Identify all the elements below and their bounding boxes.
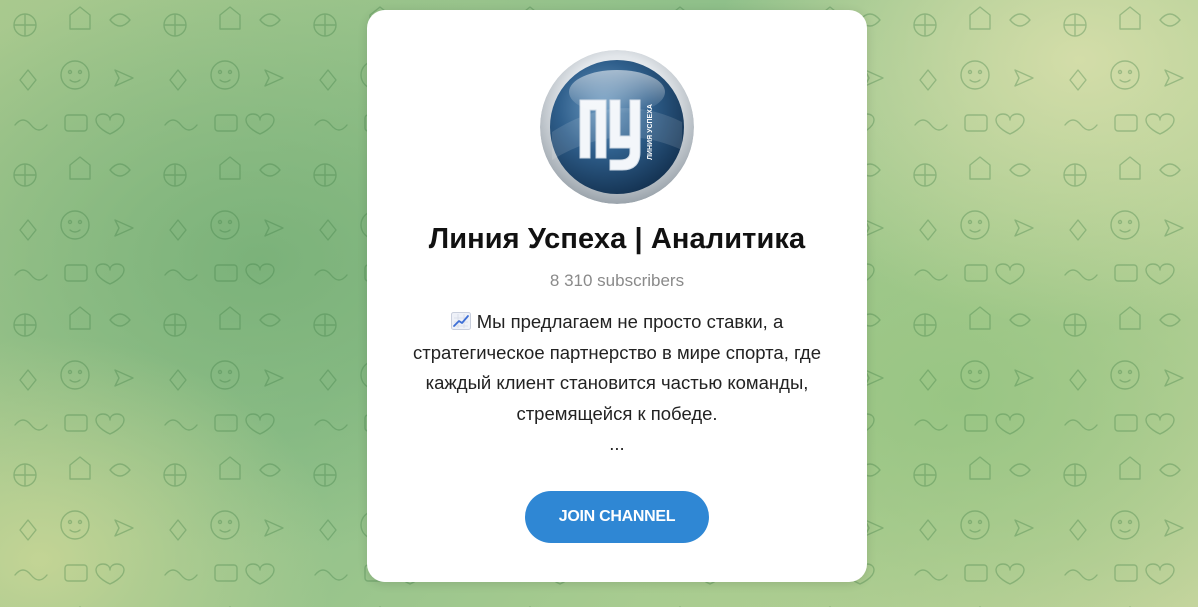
svg-text:ЛИНИЯ УСПЕХА: ЛИНИЯ УСПЕХА <box>647 104 654 160</box>
description-ellipsis: ... <box>609 433 625 454</box>
description-text-1: Мы предлагаем не просто ставки, а <box>476 311 784 332</box>
join-channel-button[interactable]: JOIN CHANNEL <box>525 491 709 543</box>
chart-increasing-icon <box>450 312 471 330</box>
channel-description: Мы предлагаем не просто ставки, а страте… <box>387 307 847 460</box>
description-line-3: каждый клиент становится частью команды, <box>425 372 809 393</box>
subscriber-count: 8 310 subscribers <box>549 271 685 290</box>
channel-title: Линия Успеха | Аналитика <box>428 223 806 255</box>
description-line-4: стремящейся к победе. <box>516 402 718 424</box>
description-line-1: Мы предлагаем не просто ставки, а <box>387 307 847 338</box>
channel-avatar: ЛИНИЯ УСПЕХА <box>540 50 694 204</box>
description-line-2: стратегическое партнерство в мире спорта… <box>413 341 821 363</box>
channel-card: ЛИНИЯ УСПЕХА Линия Успеха | Аналитика 8 … <box>367 10 867 582</box>
